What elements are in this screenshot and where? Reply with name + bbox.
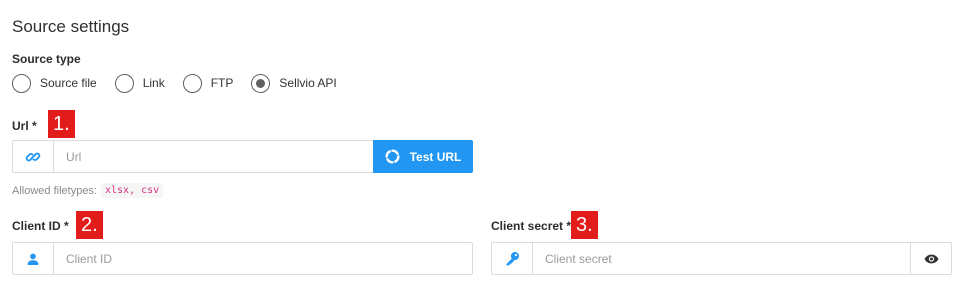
radio-label: FTP xyxy=(210,76,234,90)
client-id-field xyxy=(12,242,473,275)
toggle-visibility-button[interactable] xyxy=(910,243,951,274)
radio-source-file[interactable]: Source file xyxy=(12,73,97,93)
test-url-label: Test URL xyxy=(409,149,462,164)
link-icon xyxy=(13,141,54,172)
allowed-filetypes-hint: Allowed filetypes: xlsx, csv xyxy=(12,183,164,198)
spinner-icon xyxy=(385,149,400,164)
client-secret-field xyxy=(491,242,952,275)
allowed-filetypes-label: Allowed filetypes: xyxy=(12,184,97,197)
radio-sellvio-api[interactable]: Sellvio API xyxy=(251,73,337,93)
client-id-input[interactable] xyxy=(54,243,472,274)
url-input[interactable] xyxy=(54,141,373,172)
radio-label: Link xyxy=(142,76,165,90)
radio-circle-icon xyxy=(182,73,202,93)
test-url-button[interactable]: Test URL xyxy=(373,140,473,173)
radio-circle-icon xyxy=(251,73,271,93)
allowed-filetypes-value: xlsx, csv xyxy=(101,183,164,198)
annotation-badge-2: 2. xyxy=(76,211,103,239)
source-type-radio-group: Source file Link FTP Sellvio API xyxy=(12,72,355,94)
annotation-badge-3: 3. xyxy=(571,211,598,239)
page-title: Source settings xyxy=(12,17,130,36)
client-secret-label: Client secret * xyxy=(491,219,572,233)
url-label: Url * xyxy=(12,119,37,133)
radio-circle-icon xyxy=(114,73,134,93)
client-secret-input[interactable] xyxy=(533,243,910,274)
url-field xyxy=(12,140,374,173)
user-icon xyxy=(13,243,54,274)
client-id-label: Client ID * xyxy=(12,219,69,233)
radio-label: Source file xyxy=(40,76,97,90)
radio-ftp[interactable]: FTP xyxy=(182,73,234,93)
radio-label: Sellvio API xyxy=(279,76,337,90)
annotation-badge-1: 1. xyxy=(48,110,75,138)
radio-link[interactable]: Link xyxy=(114,73,165,93)
eye-icon xyxy=(923,254,939,263)
key-icon xyxy=(492,243,533,274)
source-type-label: Source type xyxy=(12,52,81,66)
radio-circle-icon xyxy=(12,73,31,93)
